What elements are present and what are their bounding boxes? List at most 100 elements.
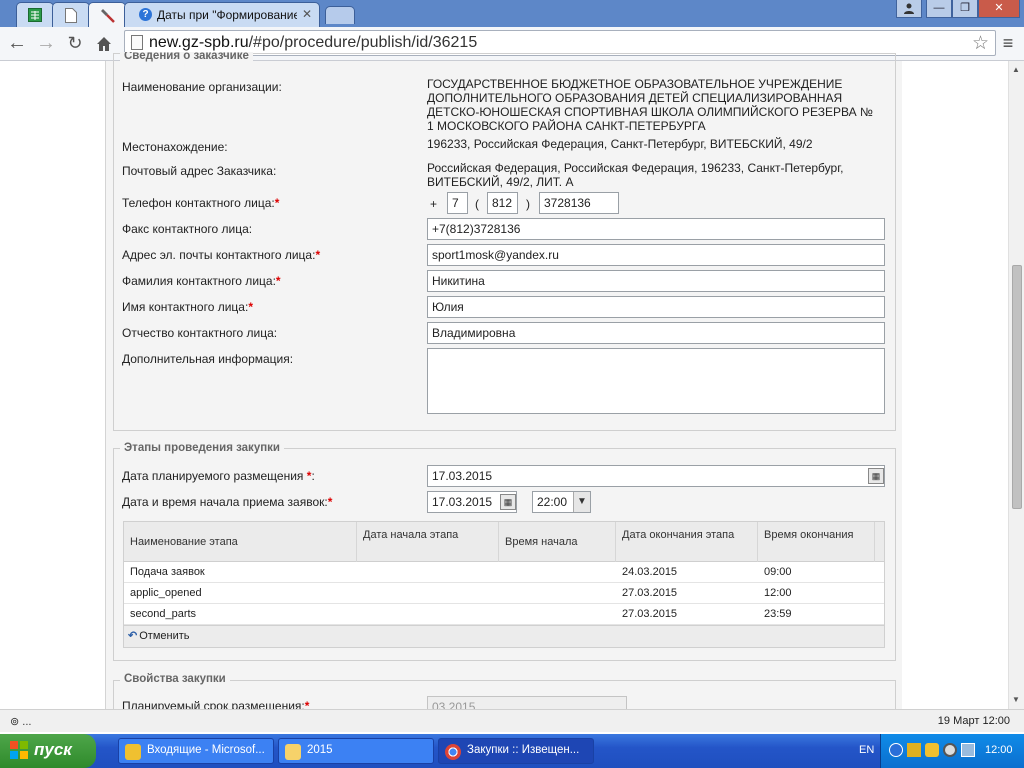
tray-opera-icon[interactable] bbox=[943, 743, 957, 757]
required-mark: * bbox=[274, 196, 280, 210]
tab-document[interactable] bbox=[52, 2, 90, 27]
tab-tools[interactable] bbox=[88, 2, 126, 27]
start-button[interactable]: пуск bbox=[0, 734, 96, 768]
planned-term-input[interactable]: 03.2015 bbox=[427, 696, 627, 709]
tray-clock[interactable]: 12:00 bbox=[985, 744, 1013, 756]
column-header[interactable]: Дата начала этапа bbox=[357, 522, 499, 562]
status-datetime: 19 Март 12:00 bbox=[937, 715, 1010, 727]
props-legend: Свойства закупки bbox=[120, 673, 230, 685]
phone-open-paren: ( bbox=[475, 197, 479, 211]
phone-plus: + bbox=[430, 197, 438, 211]
minimize-icon: — bbox=[933, 2, 945, 14]
close-window-button[interactable]: ✕ bbox=[978, 0, 1020, 18]
start-label: пуск bbox=[34, 740, 72, 759]
tray-mail-icon[interactable] bbox=[925, 743, 939, 757]
windows-logo-icon bbox=[10, 741, 28, 759]
taskbar-item-chrome[interactable]: Закупки :: Извещен... bbox=[438, 738, 594, 764]
postal-label: Почтовый адрес Заказчика: bbox=[122, 164, 277, 178]
table-toolbar: ↶ Отменить bbox=[124, 625, 884, 647]
planned-date-input[interactable]: 17.03.2015 bbox=[427, 465, 885, 487]
phone-label: Телефон контактного лица:* bbox=[122, 196, 280, 210]
end-date-cell: 27.03.2015 bbox=[622, 608, 678, 620]
forward-button[interactable]: → bbox=[33, 31, 59, 57]
column-header[interactable]: Время начала bbox=[499, 522, 616, 562]
end-time-cell: 09:00 bbox=[764, 566, 792, 578]
back-button[interactable]: ← bbox=[4, 31, 30, 57]
extra-info-textarea[interactable] bbox=[427, 348, 885, 414]
tab-strip: ? Даты при "Формирование и ✕ — ❐ ✕ bbox=[0, 0, 1024, 27]
patronymic-label: Отчество контактного лица: bbox=[122, 326, 278, 340]
system-tray: EN 12:00 bbox=[859, 734, 1024, 768]
scroll-thumb[interactable] bbox=[1012, 265, 1022, 509]
scroll-up-icon[interactable]: ▲ bbox=[1012, 65, 1020, 74]
extra-info-label: Дополнительная информация: bbox=[122, 352, 294, 366]
document-icon bbox=[65, 8, 77, 23]
folder-icon bbox=[285, 744, 301, 760]
phone-country-input[interactable]: 7 bbox=[447, 192, 468, 214]
page-icon bbox=[131, 35, 143, 50]
tab-spreadsheet[interactable] bbox=[16, 2, 54, 27]
phone-area-input[interactable]: 812 bbox=[487, 192, 518, 214]
planned-term-label: Планируемый срок размещения:* bbox=[122, 699, 310, 709]
url-text: new.gz-spb.ru/#po/procedure/publish/id/3… bbox=[149, 34, 478, 51]
stages-legend: Этапы проведения закупки bbox=[120, 442, 284, 454]
undo-icon: ↶ bbox=[128, 630, 138, 642]
location-value: 196233, Российская Федерация, Санкт-Пете… bbox=[427, 137, 813, 151]
table-row[interactable]: applic_opened 27.03.2015 12:00 bbox=[124, 583, 884, 604]
column-header[interactable]: Дата окончания этапа bbox=[616, 522, 758, 562]
patronymic-input[interactable]: Владимировна bbox=[427, 322, 885, 344]
tab-close-icon[interactable]: ✕ bbox=[302, 7, 312, 21]
scroll-down-icon[interactable]: ▼ bbox=[1012, 695, 1020, 704]
page-scrollbar[interactable]: ▲ ▼ bbox=[1008, 61, 1024, 709]
email-label: Адрес эл. почты контактного лица:* bbox=[122, 248, 321, 262]
firstname-label: Имя контактного лица:* bbox=[122, 300, 253, 314]
taskbar-item-folder[interactable]: 2015 bbox=[278, 738, 434, 764]
new-tab-button[interactable] bbox=[325, 6, 355, 24]
status-bar: ⊚ ... 19 Март 12:00 bbox=[0, 709, 1024, 732]
chrome-icon bbox=[445, 744, 461, 760]
status-text: ⊚ ... bbox=[10, 716, 32, 728]
fax-input[interactable]: +7(812)3728136 bbox=[427, 218, 885, 240]
language-indicator[interactable]: EN bbox=[859, 744, 874, 756]
calendar-icon[interactable]: ▦ bbox=[868, 468, 884, 484]
mail-icon bbox=[125, 744, 141, 760]
start-date-calendar-icon[interactable]: ▦ bbox=[500, 494, 516, 510]
tab-dates[interactable]: ? Даты при "Формирование и ✕ bbox=[124, 2, 320, 27]
column-header[interactable]: Время окончания bbox=[758, 522, 875, 562]
reload-button[interactable]: ↻ bbox=[62, 31, 88, 57]
tray-arrow-icon[interactable] bbox=[889, 743, 903, 757]
phone-number-input[interactable]: 3728136 bbox=[539, 192, 619, 214]
close-icon: ✕ bbox=[994, 2, 1004, 14]
start-datetime-label: Дата и время начала приема заявок:* bbox=[122, 495, 333, 509]
taskbar-item-outlook[interactable]: Входящие - Microsof... bbox=[118, 738, 274, 764]
table-row[interactable]: second_parts 27.03.2015 23:59 bbox=[124, 604, 884, 625]
stage-name-cell: applic_opened bbox=[130, 587, 202, 599]
stage-name-cell: Подача заявок bbox=[130, 566, 205, 578]
tray-network-icon[interactable] bbox=[961, 743, 975, 757]
home-icon bbox=[97, 37, 111, 51]
firstname-input[interactable]: Юлия bbox=[427, 296, 885, 318]
user-icon bbox=[904, 3, 914, 14]
chevron-down-icon[interactable]: ▼ bbox=[573, 492, 590, 512]
org-name-value: ГОСУДАРСТВЕННОЕ БЮДЖЕТНОЕ ОБРАЗОВАТЕЛЬНО… bbox=[427, 77, 873, 133]
undo-label: Отменить bbox=[139, 630, 190, 642]
maximize-button[interactable]: ❐ bbox=[952, 0, 978, 18]
os-taskbar: пуск Входящие - Microsof... 2015 Закупки… bbox=[0, 734, 1024, 768]
planned-date-label: Дата планируемого размещения *: bbox=[122, 469, 315, 483]
bookmark-star-icon[interactable]: ☆ bbox=[972, 32, 989, 55]
menu-button[interactable]: ≡ bbox=[998, 33, 1018, 53]
maximize-icon: ❐ bbox=[960, 2, 970, 14]
end-date-cell: 24.03.2015 bbox=[622, 566, 678, 578]
column-header[interactable]: Наименование этапа bbox=[124, 522, 357, 562]
forward-arrow-icon: → bbox=[36, 32, 56, 54]
minimize-button[interactable]: — bbox=[926, 0, 952, 18]
end-time-cell: 23:59 bbox=[764, 608, 792, 620]
tray-app-icon[interactable] bbox=[907, 743, 921, 757]
email-input[interactable]: sport1mosk@yandex.ru bbox=[427, 244, 885, 266]
table-row[interactable]: Подача заявок 24.03.2015 09:00 bbox=[124, 562, 884, 583]
undo-button[interactable]: ↶ Отменить bbox=[128, 629, 189, 642]
end-time-cell: 12:00 bbox=[764, 587, 792, 599]
lastname-input[interactable]: Никитина bbox=[427, 270, 885, 292]
stages-table: Наименование этапа Дата начала этапа Вре… bbox=[123, 521, 885, 648]
profile-button[interactable] bbox=[896, 0, 922, 18]
